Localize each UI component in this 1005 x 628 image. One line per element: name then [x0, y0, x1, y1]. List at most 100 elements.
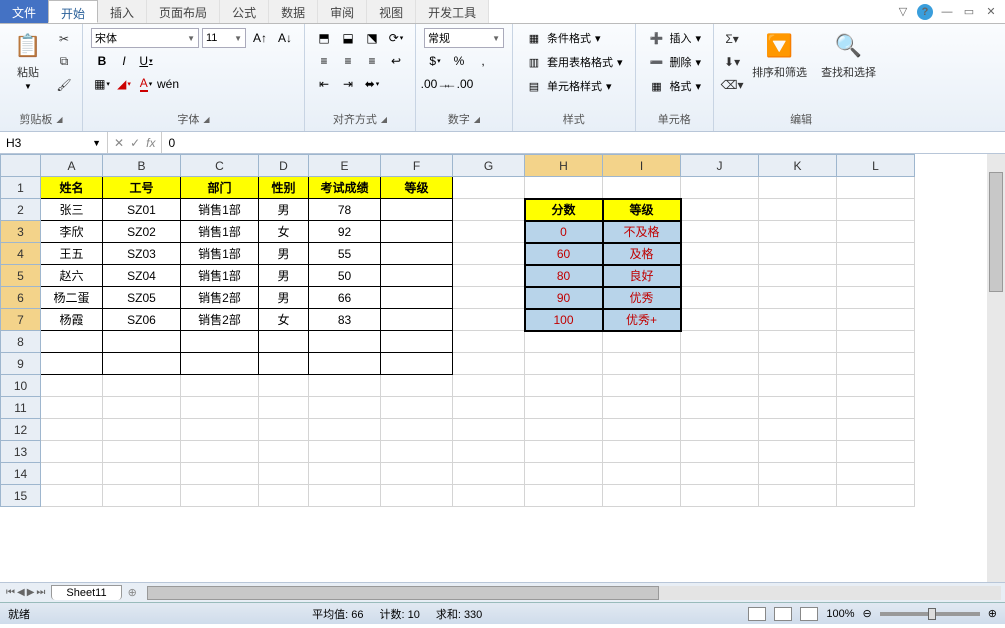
- cell-F14[interactable]: [381, 463, 453, 485]
- dialog-launcher-icon[interactable]: ◢: [56, 115, 62, 124]
- cell-B9[interactable]: [103, 353, 181, 375]
- cell-H13[interactable]: [525, 441, 603, 463]
- horizontal-scrollbar[interactable]: [147, 586, 1001, 600]
- normal-view-button[interactable]: [748, 607, 766, 621]
- dialog-launcher-icon[interactable]: ◢: [381, 115, 387, 124]
- column-header-J[interactable]: J: [681, 155, 759, 177]
- cell-I2[interactable]: 等级: [603, 199, 681, 221]
- cell-D3[interactable]: 女: [259, 221, 309, 243]
- cell-K10[interactable]: [759, 375, 837, 397]
- cell-G12[interactable]: [453, 419, 525, 441]
- format-painter-button[interactable]: 🖌: [54, 76, 74, 94]
- cell-D2[interactable]: 男: [259, 199, 309, 221]
- cell-A15[interactable]: [41, 485, 103, 507]
- cell-B2[interactable]: SZ01: [103, 199, 181, 221]
- find-select-button[interactable]: 🔍 查找和选择: [817, 28, 880, 82]
- column-header-H[interactable]: H: [525, 155, 603, 177]
- cell-I5[interactable]: 良好: [603, 265, 681, 287]
- cell-A6[interactable]: 杨二蛋: [41, 287, 103, 309]
- minimize-icon[interactable]: —: [939, 4, 955, 20]
- cell-A8[interactable]: [41, 331, 103, 353]
- font-size-combo[interactable]: 11▼: [202, 28, 246, 48]
- cell-F5[interactable]: [381, 265, 453, 287]
- cell-L7[interactable]: [837, 309, 915, 331]
- fx-icon[interactable]: fx: [146, 136, 155, 150]
- cell-E13[interactable]: [309, 441, 381, 463]
- cancel-formula-icon[interactable]: ✕: [114, 136, 124, 150]
- zoom-out-button[interactable]: ⊖: [863, 607, 872, 620]
- italic-button[interactable]: I: [113, 51, 135, 71]
- row-header-1[interactable]: 1: [1, 177, 41, 199]
- cell-B5[interactable]: SZ04: [103, 265, 181, 287]
- cell-L12[interactable]: [837, 419, 915, 441]
- clear-button[interactable]: ⌫▾: [722, 76, 742, 94]
- prev-sheet-icon[interactable]: ◀: [17, 587, 25, 598]
- close-icon[interactable]: ✕: [983, 4, 999, 20]
- zoom-in-button[interactable]: ⊕: [988, 607, 997, 620]
- cell-E3[interactable]: 92: [309, 221, 381, 243]
- cell-H10[interactable]: [525, 375, 603, 397]
- cell-K7[interactable]: [759, 309, 837, 331]
- cell-K1[interactable]: [759, 177, 837, 199]
- row-header-10[interactable]: 10: [1, 375, 41, 397]
- cell-H4[interactable]: 60: [525, 243, 603, 265]
- cell-D7[interactable]: 女: [259, 309, 309, 331]
- cell-I3[interactable]: 不及格: [603, 221, 681, 243]
- cell-H14[interactable]: [525, 463, 603, 485]
- autosum-button[interactable]: Σ▾: [722, 30, 742, 48]
- cell-K13[interactable]: [759, 441, 837, 463]
- align-left-button[interactable]: ≡: [313, 51, 335, 71]
- cell-A1[interactable]: 姓名: [41, 177, 103, 199]
- cell-E12[interactable]: [309, 419, 381, 441]
- cell-D13[interactable]: [259, 441, 309, 463]
- cell-B7[interactable]: SZ06: [103, 309, 181, 331]
- row-header-8[interactable]: 8: [1, 331, 41, 353]
- cell-C8[interactable]: [181, 331, 259, 353]
- cell-L8[interactable]: [837, 331, 915, 353]
- cell-A12[interactable]: [41, 419, 103, 441]
- row-header-9[interactable]: 9: [1, 353, 41, 375]
- cell-J6[interactable]: [681, 287, 759, 309]
- tab-page-layout[interactable]: 页面布局: [147, 0, 220, 23]
- cell-B13[interactable]: [103, 441, 181, 463]
- cell-L4[interactable]: [837, 243, 915, 265]
- cell-H11[interactable]: [525, 397, 603, 419]
- cell-D11[interactable]: [259, 397, 309, 419]
- row-header-4[interactable]: 4: [1, 243, 41, 265]
- scrollbar-thumb[interactable]: [989, 172, 1003, 292]
- cell-F3[interactable]: [381, 221, 453, 243]
- column-header-G[interactable]: G: [453, 155, 525, 177]
- cell-J15[interactable]: [681, 485, 759, 507]
- cell-A13[interactable]: [41, 441, 103, 463]
- tab-review[interactable]: 审阅: [318, 0, 367, 23]
- orientation-button[interactable]: ⟳▾: [385, 28, 407, 48]
- cell-I13[interactable]: [603, 441, 681, 463]
- cell-J13[interactable]: [681, 441, 759, 463]
- cell-E5[interactable]: 50: [309, 265, 381, 287]
- select-all-corner[interactable]: [1, 155, 41, 177]
- cell-G14[interactable]: [453, 463, 525, 485]
- cell-C1[interactable]: 部门: [181, 177, 259, 199]
- cell-H6[interactable]: 90: [525, 287, 603, 309]
- font-color-button[interactable]: A▾: [135, 74, 157, 94]
- cell-G15[interactable]: [453, 485, 525, 507]
- copy-button[interactable]: ⧉: [54, 53, 74, 71]
- increase-font-button[interactable]: A↑: [249, 28, 271, 48]
- tab-insert[interactable]: 插入: [98, 0, 147, 23]
- cell-E15[interactable]: [309, 485, 381, 507]
- last-sheet-icon[interactable]: ⏭: [36, 587, 45, 598]
- cell-C5[interactable]: 销售1部: [181, 265, 259, 287]
- cell-B14[interactable]: [103, 463, 181, 485]
- cell-H7[interactable]: 100: [525, 309, 603, 331]
- worksheet-grid[interactable]: ABCDEFGHIJKL1姓名工号部门性别考试成绩等级2张三SZ01销售1部男7…: [0, 154, 1005, 582]
- cell-F10[interactable]: [381, 375, 453, 397]
- zoom-slider[interactable]: [880, 612, 980, 616]
- cell-B15[interactable]: [103, 485, 181, 507]
- cell-A9[interactable]: [41, 353, 103, 375]
- cell-L15[interactable]: [837, 485, 915, 507]
- restore-icon[interactable]: ▭: [961, 4, 977, 20]
- column-header-A[interactable]: A: [41, 155, 103, 177]
- cell-I12[interactable]: [603, 419, 681, 441]
- ribbon-minimize-icon[interactable]: ▽: [895, 4, 911, 20]
- column-header-C[interactable]: C: [181, 155, 259, 177]
